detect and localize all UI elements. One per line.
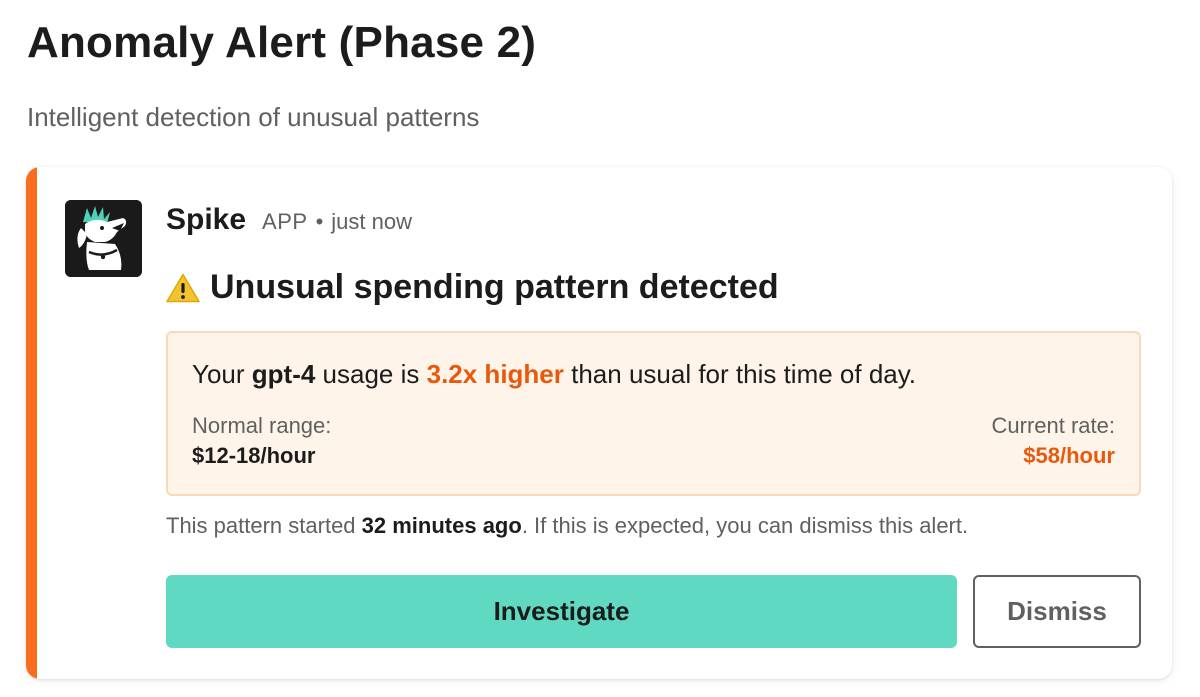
footnote-suffix: . If this is expected, you can dismiss t… [521,513,969,538]
page-title: Anomaly Alert (Phase 2) [27,18,537,67]
model-name: gpt-4 [251,359,316,389]
page-subtitle: Intelligent detection of unusual pattern… [27,102,480,132]
timestamp[interactable]: just now [331,209,412,235]
investigate-button[interactable]: Investigate [166,575,957,648]
pattern-footnote: This pattern started 32 minutes ago. If … [166,513,968,539]
pattern-duration: 32 minutes ago [361,513,522,538]
alert-title: Unusual spending pattern detected [210,268,779,306]
normal-range-label: Normal range: [192,413,332,438]
summary-prefix: Your [192,359,252,389]
current-rate-value: $58/hour [1023,443,1115,468]
normal-range-value: $12-18/hour [192,443,316,468]
usage-multiplier: 3.2x higher [426,359,564,389]
app-badge: APP [262,209,308,234]
sender-name[interactable]: Spike [166,203,246,237]
dog-mascot-icon[interactable] [65,200,142,277]
summary-suffix: than usual for this time of day. [563,359,917,389]
accent-bar [26,167,37,679]
anomaly-details-box: Your gpt-4 usage is 3.2x higher than usu… [166,331,1141,496]
current-rate-label: Current rate: [991,413,1116,438]
separator-dot: • [315,209,324,234]
message-header: Spike APP • just now [166,203,412,237]
usage-summary: Your gpt-4 usage is 3.2x higher than usu… [192,359,916,390]
footnote-prefix: This pattern started [166,513,362,538]
warning-triangle-icon [166,273,200,302]
alert-message-card: Spike APP • just now Unusual spending pa… [26,167,1172,679]
alert-heading: Unusual spending pattern detected [166,268,779,307]
summary-middle: usage is [315,359,427,389]
dismiss-button[interactable]: Dismiss [973,575,1141,648]
